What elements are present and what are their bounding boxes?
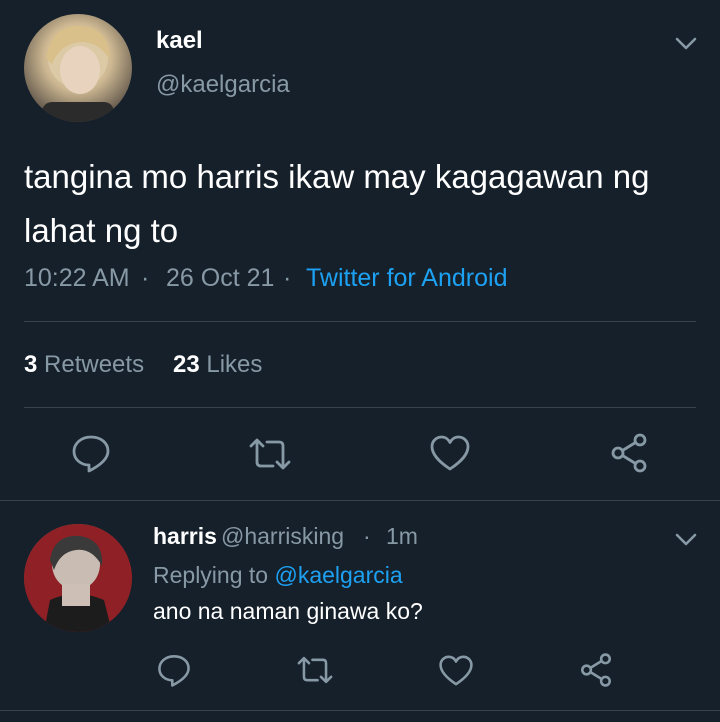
- meta-separator: ·: [141, 264, 150, 292]
- like-icon[interactable]: [438, 654, 474, 687]
- divider: [24, 321, 696, 322]
- meta-separator: ·: [363, 523, 371, 549]
- author-display-name[interactable]: kael: [156, 27, 203, 55]
- section-divider: [0, 500, 720, 501]
- tweet-detail-view: kael @kaelgarcia tangina mo harris ikaw …: [0, 0, 720, 722]
- reply-time: 1m: [386, 523, 418, 549]
- reply-author-avatar[interactable]: [24, 524, 132, 632]
- reply-icon[interactable]: [70, 432, 112, 474]
- chevron-down-icon[interactable]: [674, 34, 698, 52]
- avatar-photo: [24, 524, 132, 632]
- reply-icon[interactable]: [156, 652, 192, 688]
- share-icon[interactable]: [608, 432, 650, 474]
- share-icon[interactable]: [578, 652, 614, 688]
- replying-to-line: Replying to @kaelgarcia: [153, 562, 403, 589]
- reply-text: ano na naman ginawa ko?: [153, 598, 423, 624]
- likes-count: 23: [173, 351, 200, 378]
- replying-to-handle-link[interactable]: @kaelgarcia: [274, 562, 402, 588]
- retweets-label: Retweets: [44, 351, 145, 378]
- avatar-photo: [42, 25, 114, 122]
- retweet-icon[interactable]: [295, 653, 335, 687]
- reply-handle[interactable]: @harrisking: [221, 523, 344, 550]
- divider: [24, 407, 696, 408]
- like-icon[interactable]: [429, 434, 471, 472]
- likes-stat[interactable]: 23 Likes: [173, 351, 262, 379]
- section-divider: [0, 710, 720, 711]
- tweet-time: 10:22 AM: [24, 264, 130, 292]
- author-handle[interactable]: @kaelgarcia: [156, 71, 290, 99]
- retweets-count: 3: [24, 351, 38, 378]
- tweet-text: tangina mo harris ikaw may kagagawan ng …: [24, 158, 650, 249]
- tweet-date: 26 Oct 21: [166, 264, 275, 292]
- replying-to-prefix: Replying to: [153, 562, 269, 588]
- chevron-down-icon[interactable]: [674, 530, 698, 548]
- author-avatar[interactable]: [24, 14, 132, 122]
- meta-separator: ·: [283, 264, 292, 292]
- retweets-stat[interactable]: 3 Retweets: [24, 351, 144, 379]
- tweet-source-link[interactable]: Twitter for Android: [306, 264, 507, 293]
- reply-display-name[interactable]: harris: [153, 523, 217, 550]
- retweet-icon[interactable]: [247, 434, 293, 474]
- likes-label: Likes: [206, 351, 263, 378]
